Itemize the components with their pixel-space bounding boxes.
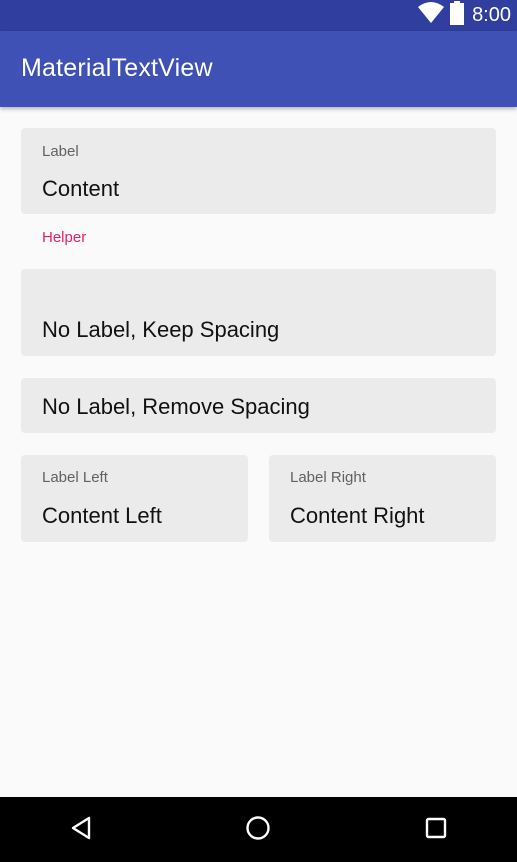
field-content: Content (42, 176, 120, 201)
navigation-bar (0, 797, 517, 862)
status-bar: 8:00 (0, 0, 517, 31)
home-icon (245, 815, 271, 846)
text-field-left[interactable]: Label Left Content Left (21, 455, 248, 542)
app-bar: MaterialTextView (0, 31, 517, 107)
back-icon (69, 816, 93, 845)
field-helper-text: Helper (42, 229, 87, 246)
field-content: Content Right (290, 503, 425, 528)
field-content: Content Left (42, 503, 162, 528)
field-content: No Label, Remove Spacing (42, 394, 310, 419)
status-time: 8:00 (472, 4, 511, 26)
text-field-no-label-remove-spacing[interactable]: No Label, Remove Spacing (21, 378, 496, 433)
field-content: No Label, Keep Spacing (42, 317, 280, 342)
text-field-labeled[interactable]: Label Content (21, 128, 496, 214)
field-label: Label (42, 143, 79, 160)
app-title: MaterialTextView (21, 54, 213, 82)
field-label: Label Right (290, 469, 366, 486)
recents-button[interactable] (421, 815, 451, 845)
field-label: Label Left (42, 469, 108, 486)
wifi-icon (418, 2, 445, 29)
back-button[interactable] (66, 815, 96, 845)
home-button[interactable] (243, 815, 273, 845)
battery-icon (450, 1, 465, 30)
status-icons: 8:00 (418, 0, 511, 31)
recents-icon (425, 817, 447, 844)
text-field-right[interactable]: Label Right Content Right (269, 455, 496, 542)
text-field-no-label-keep-spacing[interactable]: No Label, Keep Spacing (21, 269, 496, 356)
